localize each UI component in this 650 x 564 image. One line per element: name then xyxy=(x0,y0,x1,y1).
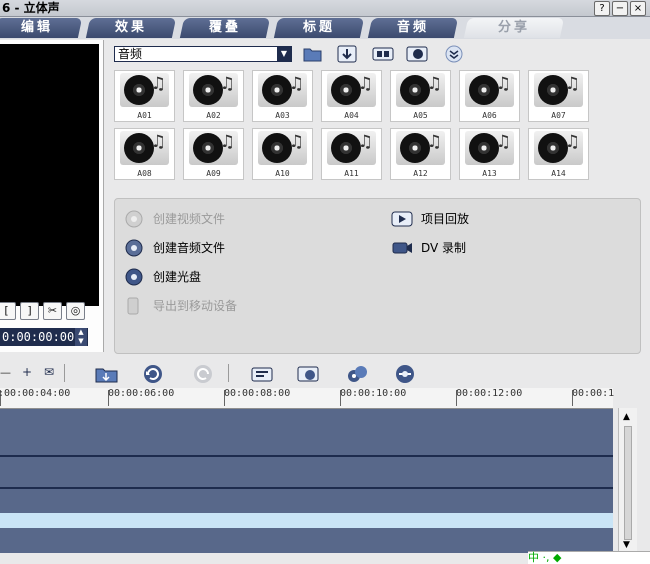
audio-thumbnail[interactable]: ♫ A13 xyxy=(459,128,520,180)
enlarge-preview-button[interactable]: ◎ xyxy=(66,302,85,320)
ruler-label: 00:00:08:00 xyxy=(224,388,291,399)
ruler-label: 00:00:1 xyxy=(572,388,615,399)
toolbar-divider xyxy=(228,364,229,382)
share-options-panel: 创建视频文件 创建音频文件 创建光盘 导出到移动设备 项目回放 DV 录制 xyxy=(114,198,641,354)
turntable-icon: ♫ xyxy=(534,73,583,107)
audio-thumbnail[interactable]: ♫ A02 xyxy=(183,70,244,122)
audio-thumbnail[interactable]: ♫ A05 xyxy=(390,70,451,122)
ruler-label: 00:00:10:00 xyxy=(340,388,407,399)
turntable-icon: ♫ xyxy=(327,131,376,165)
library-category-value: 音频 xyxy=(118,47,143,61)
mobile-device-icon xyxy=(127,297,139,315)
timecode-spinner[interactable]: ▲ ▼ xyxy=(75,328,87,346)
create-video-file-option[interactable]: 创建视频文件 xyxy=(123,209,303,229)
window-title: 6 - 立体声 xyxy=(2,1,60,15)
audio-thumbnail[interactable]: ♫ A08 xyxy=(114,128,175,180)
turntable-icon: ♫ xyxy=(465,131,514,165)
turntable-icon: ♫ xyxy=(189,131,238,165)
filmstrip-view-icon[interactable] xyxy=(372,44,394,64)
redo-icon[interactable] xyxy=(190,364,216,384)
auto-music-icon[interactable] xyxy=(344,364,370,384)
mark-out-button[interactable]: ] xyxy=(20,302,39,320)
ime-status-bar[interactable]: 中 ·, ◆ xyxy=(528,551,650,564)
audio-thumbnail[interactable]: ♫ A03 xyxy=(252,70,313,122)
audio-thumbnail[interactable]: ♫ A09 xyxy=(183,128,244,180)
audio-file-icon xyxy=(125,239,143,257)
insert-media-icon[interactable] xyxy=(94,364,120,384)
title-track[interactable] xyxy=(0,489,613,513)
turntable-icon: ♫ xyxy=(465,73,514,107)
dv-record-icon xyxy=(392,242,412,254)
tab-effects[interactable]: 效果 xyxy=(85,18,177,38)
tab-audio[interactable]: 音频 xyxy=(367,18,459,38)
audio-thumbnail[interactable]: ♫ A04 xyxy=(321,70,382,122)
title-bar: 6 - 立体声 ? − × xyxy=(0,0,650,17)
turntable-icon: ♫ xyxy=(534,131,583,165)
project-playback-option[interactable]: 项目回放 xyxy=(391,209,571,229)
export-mobile-option[interactable]: 导出到移动设备 xyxy=(123,296,303,316)
turntable-icon: ♫ xyxy=(189,73,238,107)
close-button[interactable]: × xyxy=(630,1,646,16)
import-sort-icon[interactable] xyxy=(336,44,358,64)
create-disc-option[interactable]: 创建光盘 xyxy=(123,267,303,287)
create-audio-file-option[interactable]: 创建音频文件 xyxy=(123,238,303,258)
dv-record-option[interactable]: DV 录制 xyxy=(391,238,571,258)
audio-thumbnail[interactable]: ♫ A11 xyxy=(321,128,382,180)
audio-thumbnail[interactable]: ♫ A12 xyxy=(390,128,451,180)
ruler-label: 00:00:12:00 xyxy=(456,388,523,399)
chapter-cue-icon[interactable] xyxy=(392,364,418,384)
scroll-up-icon[interactable]: ▲ xyxy=(623,412,630,422)
turntable-icon: ♫ xyxy=(258,131,307,165)
fit-project-button[interactable]: ✉ xyxy=(44,365,54,379)
library-category-select[interactable]: 音频 ▼ xyxy=(114,46,292,62)
folder-open-icon[interactable] xyxy=(302,44,324,64)
turntable-icon: ♫ xyxy=(120,73,169,107)
minimize-button[interactable]: − xyxy=(612,1,628,16)
music-track[interactable] xyxy=(0,528,613,553)
audio-thumbnail[interactable]: ♫ A01 xyxy=(114,70,175,122)
record-capture-icon[interactable] xyxy=(250,364,276,384)
ruler-label: 0:00:00:04:00 xyxy=(0,388,71,399)
turntable-icon: ♫ xyxy=(396,131,445,165)
ruler-label: 00:00:06:00 xyxy=(108,388,175,399)
zoom-out-button[interactable]: — xyxy=(0,366,11,379)
chevron-down-icon: ▼ xyxy=(277,47,291,61)
zoom-in-button[interactable]: + xyxy=(22,365,32,379)
project-playback-icon xyxy=(391,211,413,227)
tab-edit[interactable]: 编辑 xyxy=(0,18,83,38)
scroll-down-icon[interactable]: ▼ xyxy=(623,540,630,550)
turntable-icon: ♫ xyxy=(120,131,169,165)
step-tabs: 编辑 效果 覆叠 标题 音频 分享 xyxy=(0,17,650,39)
undo-icon[interactable] xyxy=(140,364,166,384)
tab-title[interactable]: 标题 xyxy=(273,18,365,38)
audio-thumbnail[interactable]: ♫ A14 xyxy=(528,128,589,180)
turntable-icon: ♫ xyxy=(258,73,307,107)
audio-thumbnail[interactable]: ♫ A10 xyxy=(252,128,313,180)
timeline-scrollbar[interactable]: ▲ ▼ xyxy=(618,408,637,554)
toolbar-divider xyxy=(64,364,65,382)
video-track[interactable] xyxy=(0,409,613,455)
scroll-thumb[interactable] xyxy=(624,426,632,540)
audio-thumbnail[interactable]: ♫ A06 xyxy=(459,70,520,122)
sound-mixer-icon[interactable] xyxy=(296,364,322,384)
library-options-icon[interactable] xyxy=(406,44,428,64)
voice-track[interactable] xyxy=(0,513,613,528)
mark-in-button[interactable]: [ xyxy=(0,302,16,320)
timeline-ruler[interactable]: 0:00:00:04:00 00:00:06:00 00:00:08:00 00… xyxy=(0,388,615,409)
audio-thumbnail[interactable]: ♫ A07 xyxy=(528,70,589,122)
cut-clip-button[interactable]: ✂ xyxy=(43,302,62,320)
overlay-track[interactable] xyxy=(0,457,613,487)
turntable-icon: ♫ xyxy=(327,73,376,107)
preview-screen xyxy=(0,44,99,306)
expand-double-chevron-icon[interactable] xyxy=(444,44,464,64)
tab-overlay[interactable]: 覆叠 xyxy=(179,18,271,38)
video-file-icon xyxy=(125,210,143,228)
disc-icon xyxy=(125,268,143,286)
help-button[interactable]: ? xyxy=(594,1,610,16)
turntable-icon: ♫ xyxy=(396,73,445,107)
tab-share[interactable]: 分享 xyxy=(463,18,565,38)
